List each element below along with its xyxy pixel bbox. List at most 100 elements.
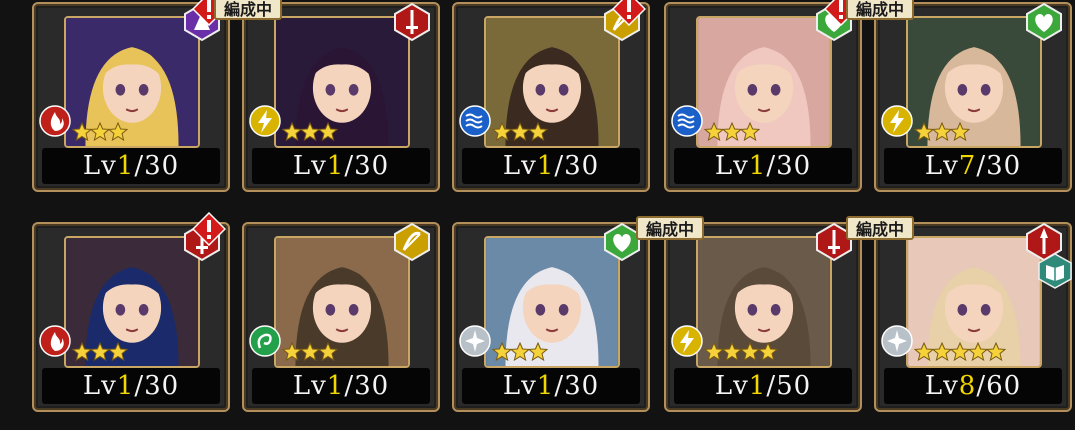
- formation-badge: 編成中: [214, 0, 283, 20]
- unit-card[interactable]: Lv 1 /30: [242, 2, 440, 192]
- star-icon: [108, 342, 128, 362]
- star-icon: [932, 342, 952, 362]
- rarity-stars: [914, 122, 970, 144]
- star-icon: [932, 122, 952, 142]
- max-level: /60: [976, 371, 1022, 401]
- formation-badge: 編成中: [636, 216, 705, 240]
- star-icon: [108, 122, 128, 142]
- current-level: 1: [536, 371, 555, 401]
- star-icon: [492, 122, 512, 142]
- level-prefix: Lv: [924, 151, 959, 181]
- element-thunder-icon: [881, 105, 913, 137]
- level-prefix: Lv: [82, 151, 117, 181]
- element-fire-icon: [39, 325, 71, 357]
- level-display: Lv 1 /30: [462, 368, 640, 404]
- star-icon: [968, 342, 988, 362]
- star-icon: [300, 342, 320, 362]
- level-display: Lv 1 /30: [42, 148, 220, 184]
- level-prefix: Lv: [82, 371, 117, 401]
- rarity-stars: [492, 342, 548, 364]
- current-level: 1: [536, 151, 555, 181]
- level-prefix: Lv: [924, 371, 959, 401]
- class-sword-icon: [394, 2, 430, 42]
- level-display: Lv 1 /30: [42, 368, 220, 404]
- level-prefix: Lv: [292, 151, 327, 181]
- current-level: 1: [326, 151, 345, 181]
- unit-card[interactable]: Lv 1 /30: [452, 2, 650, 192]
- star-icon: [740, 122, 760, 142]
- level-prefix: Lv: [292, 371, 327, 401]
- book-icon: [1038, 253, 1072, 289]
- rarity-stars: [72, 122, 128, 144]
- star-icon: [318, 122, 338, 142]
- element-fire-icon: [39, 105, 71, 137]
- star-icon: [492, 342, 512, 362]
- current-level: 1: [326, 371, 345, 401]
- max-level: /30: [766, 151, 812, 181]
- max-level: /30: [344, 371, 390, 401]
- level-display: Lv 1 /30: [252, 148, 430, 184]
- level-display: Lv 7 /30: [884, 148, 1062, 184]
- rarity-stars: [704, 342, 778, 364]
- unit-card[interactable]: Lv 1 /50: [664, 222, 862, 412]
- rarity-stars: [492, 122, 548, 144]
- star-icon: [528, 122, 548, 142]
- current-level: 1: [748, 371, 767, 401]
- level-prefix: Lv: [502, 371, 537, 401]
- current-level: 1: [116, 371, 135, 401]
- alert-icon: [612, 0, 646, 26]
- star-icon: [740, 342, 760, 362]
- element-thunder-icon: [671, 325, 703, 357]
- element-water-icon: [671, 105, 703, 137]
- max-level: /30: [554, 151, 600, 181]
- max-level: /50: [766, 371, 812, 401]
- rarity-stars: [282, 122, 338, 144]
- level-display: Lv 1 /30: [462, 148, 640, 184]
- element-light-icon: [881, 325, 913, 357]
- star-icon: [90, 122, 110, 142]
- rarity-stars: [72, 342, 128, 364]
- level-display: Lv 1 /30: [252, 368, 430, 404]
- formation-badge: 編成中: [846, 216, 915, 240]
- rarity-stars: [282, 342, 338, 364]
- current-level: 8: [958, 371, 977, 401]
- star-icon: [90, 342, 110, 362]
- unit-card[interactable]: Lv 1 /30: [664, 2, 862, 192]
- level-display: Lv 8 /60: [884, 368, 1062, 404]
- rarity-stars: [914, 342, 1006, 364]
- star-icon: [722, 342, 742, 362]
- star-icon: [758, 342, 778, 362]
- star-icon: [704, 122, 724, 142]
- unit-card[interactable]: Lv 1 /30: [32, 222, 230, 412]
- class-bow-icon: [394, 222, 430, 262]
- unit-card[interactable]: Lv 7 /30: [874, 2, 1072, 192]
- star-icon: [986, 342, 1006, 362]
- max-level: /30: [134, 371, 180, 401]
- alert-icon: [192, 212, 226, 246]
- element-light-icon: [459, 325, 491, 357]
- level-display: Lv 1 /50: [674, 368, 852, 404]
- level-prefix: Lv: [502, 151, 537, 181]
- class-heal-icon: [1026, 2, 1062, 42]
- star-icon: [318, 342, 338, 362]
- unit-card[interactable]: Lv 1 /30: [242, 222, 440, 412]
- star-icon: [282, 122, 302, 142]
- unit-card[interactable]: Lv 1 /30: [32, 2, 230, 192]
- current-level: 1: [116, 151, 135, 181]
- max-level: /30: [134, 151, 180, 181]
- star-icon: [510, 122, 530, 142]
- max-level: /30: [344, 151, 390, 181]
- max-level: /30: [554, 371, 600, 401]
- star-icon: [300, 122, 320, 142]
- unit-card[interactable]: Lv 8 /60: [874, 222, 1072, 412]
- star-icon: [72, 342, 92, 362]
- current-level: 7: [958, 151, 977, 181]
- unit-card[interactable]: Lv 1 /30: [452, 222, 650, 412]
- star-icon: [950, 342, 970, 362]
- level-prefix: Lv: [714, 371, 749, 401]
- star-icon: [704, 342, 724, 362]
- star-icon: [722, 122, 742, 142]
- star-icon: [950, 122, 970, 142]
- star-icon: [510, 342, 530, 362]
- star-icon: [72, 122, 92, 142]
